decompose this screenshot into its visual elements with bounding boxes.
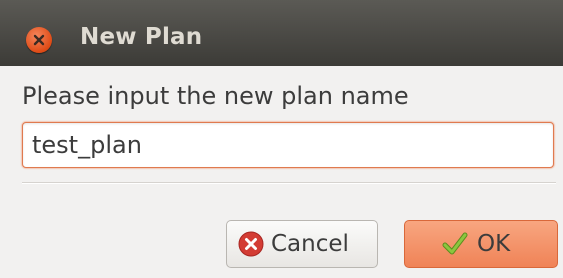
separator <box>22 182 556 184</box>
plan-name-input[interactable] <box>22 122 554 168</box>
cancel-button[interactable]: Cancel <box>226 220 378 268</box>
cancel-button-label: Cancel <box>271 231 349 257</box>
ok-button[interactable]: OK <box>404 220 558 268</box>
checkmark-icon <box>441 230 469 258</box>
cancel-icon <box>237 230 265 258</box>
new-plan-dialog: New Plan Please input the new plan name … <box>0 0 563 278</box>
title-bar: New Plan <box>0 0 563 66</box>
window-title: New Plan <box>80 24 203 50</box>
close-icon[interactable] <box>26 27 52 53</box>
prompt-label: Please input the new plan name <box>22 82 409 110</box>
ok-button-label: OK <box>477 231 511 257</box>
